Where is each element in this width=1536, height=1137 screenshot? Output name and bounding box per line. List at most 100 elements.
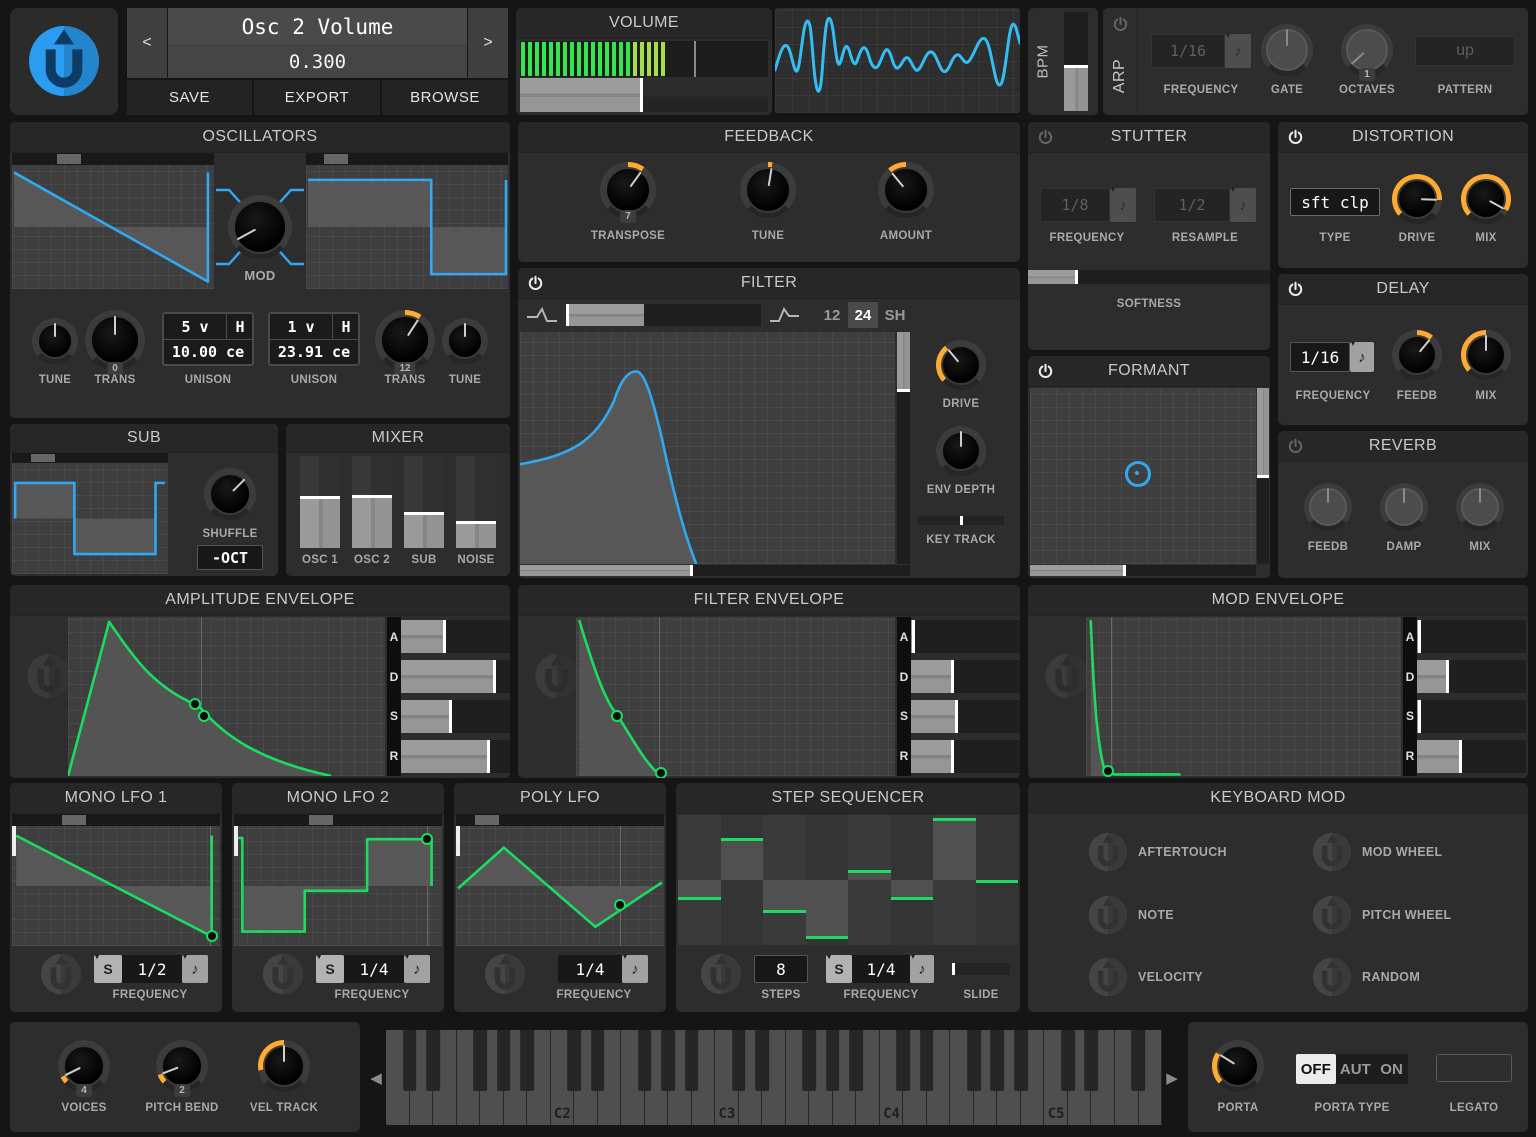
formant-xy-pad[interactable] (1030, 388, 1256, 564)
filter-env-mod-source-icon[interactable] (532, 651, 582, 701)
poly-lfo-waveform-selector[interactable] (456, 814, 664, 826)
black-key[interactable] (731, 1030, 746, 1091)
formant-y-slider[interactable] (1257, 388, 1269, 564)
save-button[interactable]: SAVE (127, 80, 252, 115)
step-seq-step[interactable] (848, 815, 891, 945)
lfo2-waveform-display[interactable] (234, 826, 442, 946)
step-seq-step[interactable] (890, 815, 933, 945)
black-key[interactable] (496, 1030, 511, 1091)
reverb-mix-knob[interactable] (1456, 483, 1504, 531)
filter-envelope-display[interactable] (576, 617, 895, 778)
filter-12db-button[interactable]: 12 (818, 302, 846, 328)
black-key[interactable] (1061, 1030, 1075, 1091)
delay-feedback-knob[interactable] (1392, 330, 1442, 380)
amp-env-mod-source-icon[interactable] (24, 651, 74, 701)
arp-power-icon[interactable] (1111, 15, 1130, 34)
step-seq-step[interactable] (933, 815, 976, 945)
osc-mod-knob[interactable] (228, 195, 292, 259)
black-key[interactable] (802, 1030, 817, 1091)
mod-sustain-slider[interactable] (1417, 700, 1526, 733)
stutter-resample-note-icon[interactable]: ▾ ♪ (1230, 185, 1256, 222)
black-key[interactable] (920, 1030, 934, 1091)
lfo2-frequency-value[interactable]: 1/4 (344, 955, 404, 983)
step-seq-steps-value[interactable]: 8 (754, 955, 808, 983)
feedback-tune-knob[interactable] (740, 162, 796, 218)
patch-next-button[interactable]: > (468, 8, 508, 78)
amp-envelope-display[interactable] (68, 617, 385, 776)
mixer-osc1-slider[interactable] (300, 456, 340, 548)
lfo1-sync-button[interactable]: ▾ S (94, 952, 122, 983)
stutter-softness-slider[interactable] (1028, 270, 1270, 284)
feedback-transpose-knob[interactable]: 7 (600, 162, 656, 223)
step-seq-frequency-value[interactable]: 1/4 (852, 955, 910, 983)
step-seq-step[interactable] (720, 815, 763, 945)
black-key[interactable] (473, 1030, 487, 1091)
formant-marker[interactable] (1125, 461, 1152, 488)
mod-release-slider[interactable] (1417, 740, 1526, 773)
mod-wheel-mod-source-icon[interactable] (1310, 830, 1354, 874)
stutter-frequency-value[interactable]: 1/8 (1040, 188, 1110, 222)
reverb-power-icon[interactable] (1286, 437, 1305, 456)
porta-knob[interactable] (1212, 1040, 1264, 1092)
arp-gate-knob[interactable] (1261, 24, 1313, 76)
step-seq-frequency-note-icon[interactable]: ▾ ♪ (910, 952, 934, 983)
filter-env-depth-knob[interactable] (936, 426, 986, 476)
mod-envelope-display[interactable] (1086, 617, 1401, 778)
sub-waveform-selector[interactable] (12, 453, 168, 463)
osc2-unison-box[interactable]: 1 v H 23.91 ce (268, 312, 360, 366)
patch-value[interactable]: 0.300 (168, 46, 467, 78)
black-key[interactable] (684, 1030, 699, 1091)
distortion-type-value[interactable]: sft clp (1290, 188, 1380, 216)
black-key[interactable] (1131, 1030, 1146, 1091)
legato-toggle[interactable] (1436, 1054, 1512, 1082)
export-button[interactable]: EXPORT (254, 80, 380, 115)
poly-lfo-waveform-display[interactable] (456, 826, 664, 946)
black-key[interactable] (402, 1030, 417, 1091)
osc1-unison-voices[interactable]: 5 v (164, 314, 226, 340)
delay-mix-knob[interactable] (1461, 330, 1511, 380)
porta-type-off-button[interactable]: OFF (1296, 1054, 1336, 1084)
amp-decay-slider[interactable] (401, 660, 510, 693)
mixer-sub-slider[interactable] (404, 456, 444, 548)
patch-prev-button[interactable]: < (127, 8, 167, 78)
porta-type-auto-button[interactable]: AUT (1336, 1054, 1376, 1084)
black-key[interactable] (825, 1030, 840, 1091)
distortion-power-icon[interactable] (1286, 128, 1305, 147)
pitch-wheel-mod-source-icon[interactable] (1310, 893, 1354, 937)
filter-decay-slider[interactable] (911, 660, 1020, 693)
osc1-unison-box[interactable]: 5 v H 10.00 ce (162, 312, 254, 366)
poly-lfo-frequency-note-icon[interactable]: ▾ ♪ (622, 952, 648, 983)
black-key[interactable] (990, 1030, 1005, 1091)
arp-pattern-value[interactable]: up (1415, 36, 1515, 66)
stutter-power-icon[interactable] (1036, 128, 1055, 147)
lfo1-mod-source-icon[interactable] (38, 951, 84, 997)
black-key[interactable] (849, 1030, 864, 1091)
reverb-damp-knob[interactable] (1380, 483, 1428, 531)
aftertouch-mod-source-icon[interactable] (1086, 830, 1130, 874)
delay-frequency-note-icon[interactable]: ▾ ♪ (1350, 339, 1374, 372)
black-key[interactable] (1084, 1030, 1099, 1091)
filter-key-track-slider[interactable] (918, 516, 1004, 525)
filter-shelf-button[interactable]: SH (880, 302, 910, 328)
black-key[interactable] (590, 1030, 605, 1091)
amp-attack-slider[interactable] (401, 620, 510, 653)
arp-frequency-value[interactable]: 1/16 (1151, 34, 1225, 68)
arp-octaves-knob[interactable]: 1 (1341, 24, 1393, 81)
mod-env-mod-source-icon[interactable] (1042, 651, 1092, 701)
filter-drive-knob[interactable] (936, 340, 986, 390)
poly-lfo-mod-source-icon[interactable] (482, 951, 528, 997)
osc1-tune-knob[interactable] (32, 318, 78, 364)
delay-frequency-value[interactable]: 1/16 (1290, 342, 1350, 372)
filter-blend-slider[interactable] (566, 304, 761, 326)
formant-x-slider[interactable] (1030, 565, 1256, 576)
osc1-unison-detune[interactable]: 10.00 ce (164, 340, 252, 364)
osc2-tune-knob[interactable] (442, 318, 488, 364)
stutter-resample-value[interactable]: 1/2 (1154, 188, 1230, 222)
osc2-unison-detune[interactable]: 23.91 ce (270, 340, 358, 364)
lfo2-frequency-note-icon[interactable]: ▾ ♪ (404, 952, 430, 983)
filter-resonance-slider[interactable] (897, 332, 910, 564)
volume-slider[interactable] (520, 78, 768, 112)
black-key[interactable] (426, 1030, 440, 1091)
formant-power-icon[interactable] (1036, 362, 1055, 381)
distortion-drive-knob[interactable] (1392, 174, 1442, 224)
